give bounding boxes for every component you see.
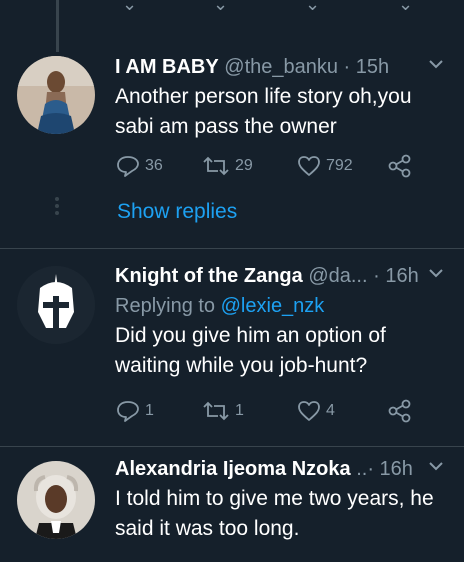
share-button[interactable] bbox=[387, 399, 417, 423]
retweet-count: 29 bbox=[235, 157, 253, 174]
replying-prefix: Replying to bbox=[115, 295, 216, 317]
avatar[interactable] bbox=[17, 56, 95, 134]
thread-dots bbox=[55, 197, 59, 218]
tweet-text: Another person life story oh,you sabi am… bbox=[115, 85, 412, 138]
reply-count: 36 bbox=[145, 157, 163, 174]
replying-handle-link[interactable]: @lexie_nzk bbox=[221, 295, 325, 317]
tweet-item[interactable]: Knight of the Zanga @da... · 16h Replyin… bbox=[0, 249, 464, 446]
tweet-header: Knight of the Zanga @da... · 16h bbox=[115, 263, 450, 289]
retweet-button[interactable]: 1 bbox=[201, 399, 244, 423]
tweet-text: Did you give him an option of waiting wh… bbox=[115, 324, 386, 377]
reply-icon[interactable]: ⌄ bbox=[122, 0, 137, 15]
retweet-icon[interactable]: ⌄ bbox=[213, 0, 228, 15]
handle-time: ..· 16h bbox=[356, 458, 413, 480]
chevron-down-icon[interactable] bbox=[428, 458, 444, 474]
display-name[interactable]: Knight of the Zanga bbox=[115, 265, 303, 287]
tweet-header: I AM BABY @the_banku · 15h bbox=[115, 54, 450, 80]
tweet-text: I told him to give me two years, he said… bbox=[115, 487, 434, 540]
show-replies-link[interactable]: Show replies bbox=[117, 200, 237, 224]
like-button[interactable]: 4 bbox=[296, 399, 335, 423]
display-name[interactable]: Alexandria Ijeoma Nzoka bbox=[115, 458, 351, 480]
retweet-icon bbox=[203, 401, 229, 421]
retweet-button[interactable]: 29 bbox=[201, 154, 253, 178]
previous-tweet-actions: ⌄ ⌄ ⌄ ⌄ bbox=[0, 0, 464, 22]
like-count: 4 bbox=[326, 402, 335, 419]
chevron-down-icon[interactable] bbox=[428, 56, 444, 72]
reply-icon bbox=[117, 156, 139, 177]
share-icon bbox=[388, 399, 411, 423]
share-icon bbox=[388, 154, 411, 178]
retweet-count: 1 bbox=[235, 402, 244, 419]
heart-icon bbox=[298, 401, 320, 421]
replying-to: Replying to @lexie_nzk bbox=[115, 293, 450, 319]
display-name[interactable]: I AM BABY bbox=[115, 56, 219, 78]
tweet-actions: 1 1 4 bbox=[115, 399, 415, 427]
avatar[interactable] bbox=[17, 461, 95, 539]
like-count: 792 bbox=[326, 157, 353, 174]
reply-count: 1 bbox=[145, 402, 154, 419]
tweet-item[interactable]: Alexandria Ijeoma Nzoka ..· 16h I told h… bbox=[0, 447, 464, 562]
avatar[interactable] bbox=[17, 266, 95, 344]
retweet-icon bbox=[203, 156, 229, 176]
reply-button[interactable]: 36 bbox=[115, 154, 163, 178]
reply-icon bbox=[117, 401, 139, 422]
like-button[interactable]: 792 bbox=[296, 154, 353, 178]
tweet-actions: 36 29 792 bbox=[115, 154, 415, 182]
tweet-header: Alexandria Ijeoma Nzoka ..· 16h bbox=[115, 456, 450, 482]
share-icon[interactable]: ⌄ bbox=[398, 0, 413, 15]
tweet-item[interactable]: I AM BABY @the_banku · 15h Another perso… bbox=[0, 52, 464, 248]
chevron-down-icon[interactable] bbox=[428, 265, 444, 281]
reply-button[interactable]: 1 bbox=[115, 399, 154, 423]
like-icon[interactable]: ⌄ bbox=[305, 0, 320, 15]
handle-time: @the_banku · 15h bbox=[224, 56, 390, 78]
share-button[interactable] bbox=[387, 154, 417, 178]
heart-icon bbox=[298, 156, 320, 176]
thread-connector bbox=[56, 0, 59, 52]
handle-time: @da... · 16h bbox=[308, 265, 419, 287]
